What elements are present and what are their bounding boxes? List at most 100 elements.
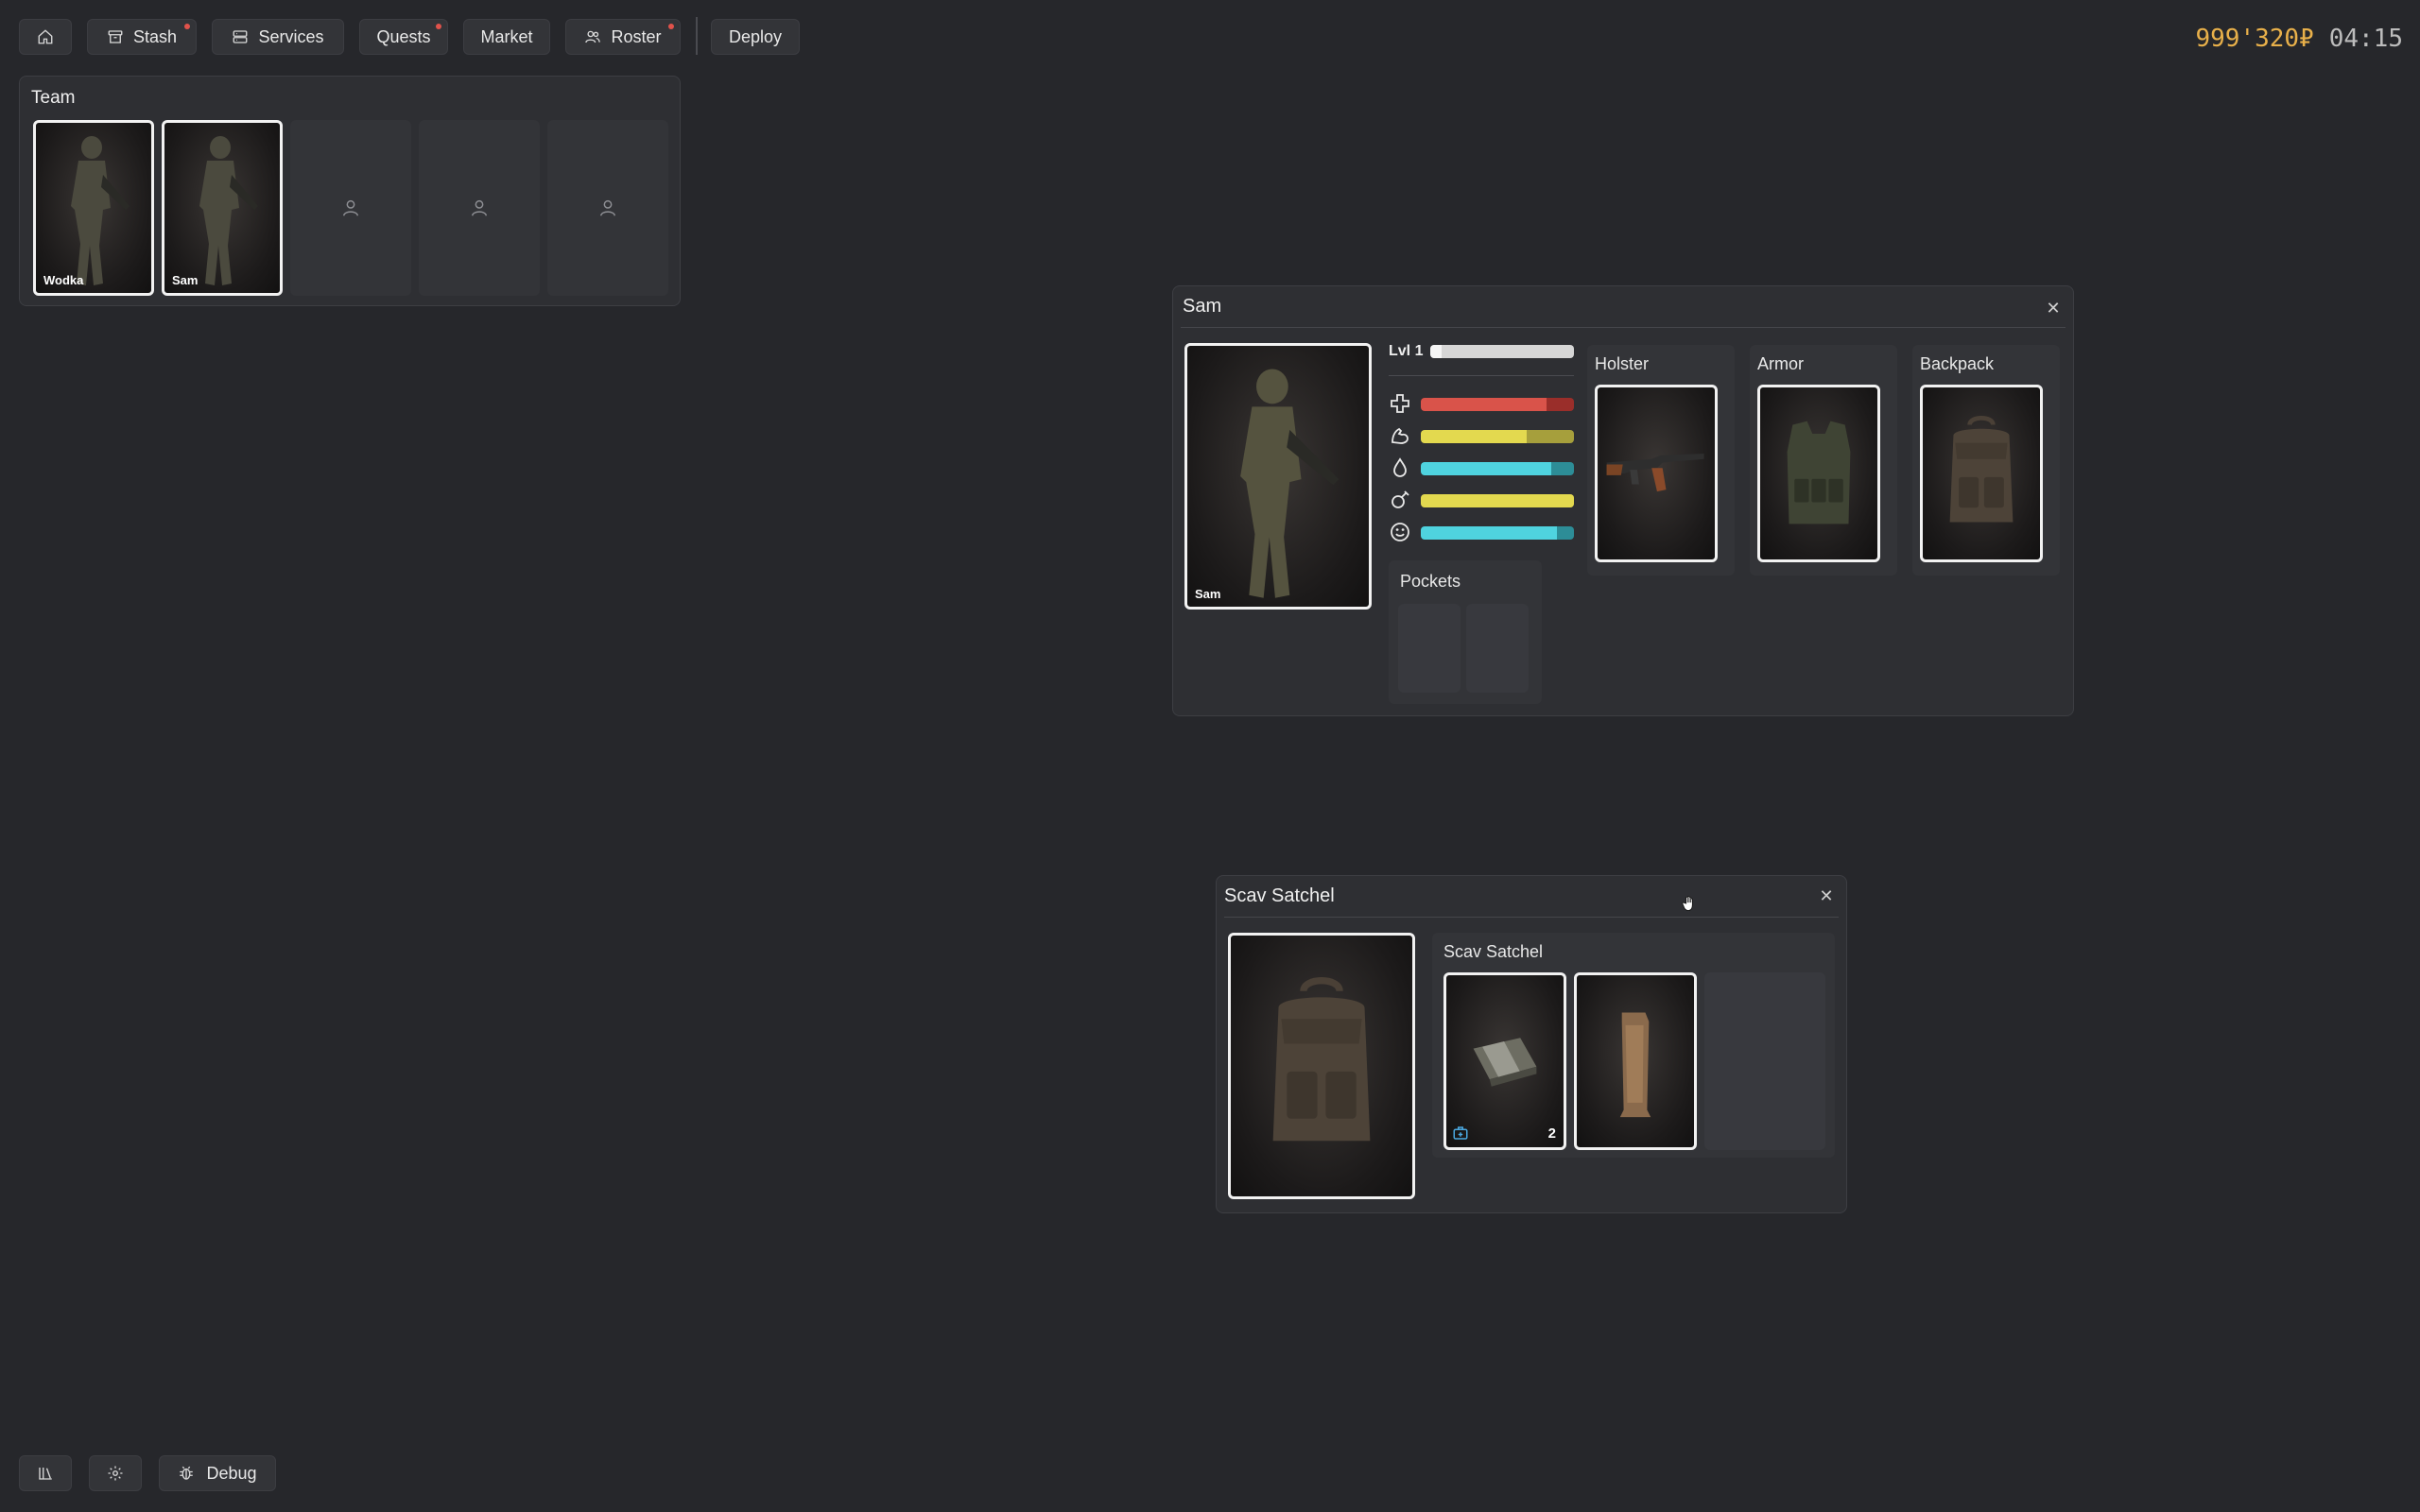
stash-notification-dot xyxy=(184,24,190,29)
server-stack-icon xyxy=(233,30,248,43)
backpack-item[interactable] xyxy=(1920,385,2043,562)
team-member-card[interactable]: Sam xyxy=(162,120,283,296)
energy-bar-fill xyxy=(1421,494,1574,507)
close-button[interactable]: ✕ xyxy=(1816,885,1837,906)
level-progress-bar xyxy=(1430,345,1574,358)
armor-item-vest[interactable] xyxy=(1757,385,1880,562)
quests-notification-dot xyxy=(436,24,441,29)
satchel-item-bandage[interactable]: 2 xyxy=(1443,972,1566,1150)
empty-team-slot[interactable] xyxy=(290,120,411,296)
hydration-bar xyxy=(1421,462,1574,475)
character-portrait[interactable]: Sam xyxy=(1184,343,1372,610)
nav-roster-label: Roster xyxy=(611,26,662,46)
satchel-container-panel: Scav Satchel 2 xyxy=(1432,933,1835,1158)
pocket-slot[interactable] xyxy=(1398,604,1461,693)
nav-stash-label: Stash xyxy=(132,26,178,46)
hydration-drop-icon xyxy=(1389,456,1411,479)
soldier-portrait xyxy=(199,136,258,285)
satchel-window: Scav Satchel ✕ Scav Satchel 2 xyxy=(1216,875,1847,1213)
armor-vest-image xyxy=(1787,421,1851,524)
health-bar xyxy=(1421,398,1574,411)
pockets-panel: Pockets xyxy=(1389,560,1542,704)
mood-bar xyxy=(1421,526,1574,540)
ration-bar-image xyxy=(1619,1012,1651,1118)
health-cross-icon xyxy=(1389,392,1411,415)
nav-deploy-button[interactable]: Deploy xyxy=(711,19,800,55)
nav-stash-button[interactable]: Stash xyxy=(87,19,197,55)
team-member-name: Wodka xyxy=(43,273,84,287)
stamina-bar-fill xyxy=(1421,430,1527,443)
title-divider xyxy=(1181,327,2066,328)
backpack-image xyxy=(1949,415,2014,523)
armor-label: Armor xyxy=(1757,354,1804,373)
energy-food-icon xyxy=(1389,489,1411,511)
empty-item-slot[interactable] xyxy=(1704,972,1825,1150)
bug-icon xyxy=(180,1466,194,1480)
debug-button[interactable]: Debug xyxy=(159,1455,276,1491)
mood-smile-icon xyxy=(1389,521,1411,543)
user-icon xyxy=(471,199,488,216)
satchel-container-label: Scav Satchel xyxy=(1443,942,1544,961)
team-panel: Team Wodka Sam xyxy=(19,76,681,306)
close-button[interactable]: ✕ xyxy=(2043,298,2064,318)
team-member-card[interactable]: Wodka xyxy=(33,120,154,296)
roster-notification-dot xyxy=(668,24,674,29)
stamina-arm-icon xyxy=(1389,424,1411,447)
wallet-display: 999'320₽ 04:15 xyxy=(2195,25,2403,53)
nav-market-button[interactable]: Market xyxy=(463,19,550,55)
settings-button[interactable] xyxy=(89,1455,142,1491)
mood-bar-fill xyxy=(1421,526,1558,540)
holster-label: Holster xyxy=(1595,354,1650,373)
item-stack-count: 2 xyxy=(1547,1125,1556,1142)
holster-item-rifle[interactable] xyxy=(1595,385,1718,562)
holster-slot-panel: Holster xyxy=(1587,345,1735,576)
energy-bar xyxy=(1421,494,1574,507)
nav-market-label: Market xyxy=(480,26,533,46)
hydration-bar-fill xyxy=(1421,462,1551,475)
nav-services-label: Services xyxy=(258,26,324,46)
medical-kit-icon xyxy=(1453,1126,1468,1140)
rifle-image xyxy=(1606,454,1704,492)
nav-divider xyxy=(696,17,698,55)
team-title: Team xyxy=(31,88,76,108)
home-icon xyxy=(38,29,53,44)
game-time: 04:15 xyxy=(2328,25,2403,53)
character-window: Sam ✕ Sam Lvl 1 Holster Armor Backpack P… xyxy=(1172,285,2074,716)
satchel-item-ration-bar[interactable] xyxy=(1574,972,1697,1150)
character-portrait-name: Sam xyxy=(1195,587,1221,601)
nav-quests-label: Quests xyxy=(376,26,431,46)
user-icon xyxy=(342,199,359,216)
money-amount: 999'320₽ xyxy=(2195,25,2314,53)
gear-icon xyxy=(108,1466,123,1481)
level-divider xyxy=(1389,375,1574,376)
library-button[interactable] xyxy=(19,1455,72,1491)
archive-box-icon xyxy=(108,30,123,43)
home-button[interactable] xyxy=(19,19,72,55)
soldier-portrait xyxy=(71,136,130,285)
soldier-portrait xyxy=(1240,369,1340,598)
backpack-label: Backpack xyxy=(1920,354,1995,373)
library-icon xyxy=(39,1468,52,1480)
nav-services-button[interactable]: Services xyxy=(212,19,344,55)
satchel-portrait[interactable] xyxy=(1228,933,1415,1199)
users-icon xyxy=(585,30,601,43)
pockets-label: Pockets xyxy=(1400,572,1461,591)
pocket-slot[interactable] xyxy=(1466,604,1529,693)
bandage-image xyxy=(1473,1038,1537,1087)
debug-label: Debug xyxy=(206,1463,257,1483)
level-progress-fill xyxy=(1430,345,1443,358)
empty-team-slot[interactable] xyxy=(419,120,540,296)
character-window-title[interactable]: Sam xyxy=(1183,296,1221,318)
health-bar-fill xyxy=(1421,398,1547,411)
nav-quests-button[interactable]: Quests xyxy=(359,19,448,55)
satchel-window-title[interactable]: Scav Satchel xyxy=(1224,885,1335,907)
empty-team-slot[interactable] xyxy=(547,120,668,296)
backpack-image xyxy=(1272,977,1371,1142)
nav-roster-button[interactable]: Roster xyxy=(565,19,681,55)
armor-slot-panel: Armor xyxy=(1750,345,1897,576)
level-label: Lvl 1 xyxy=(1389,343,1424,359)
team-member-name: Sam xyxy=(172,273,199,287)
nav-deploy-label: Deploy xyxy=(728,26,783,46)
hand-cursor-icon xyxy=(1682,895,1693,911)
backpack-slot-panel: Backpack xyxy=(1912,345,2060,576)
